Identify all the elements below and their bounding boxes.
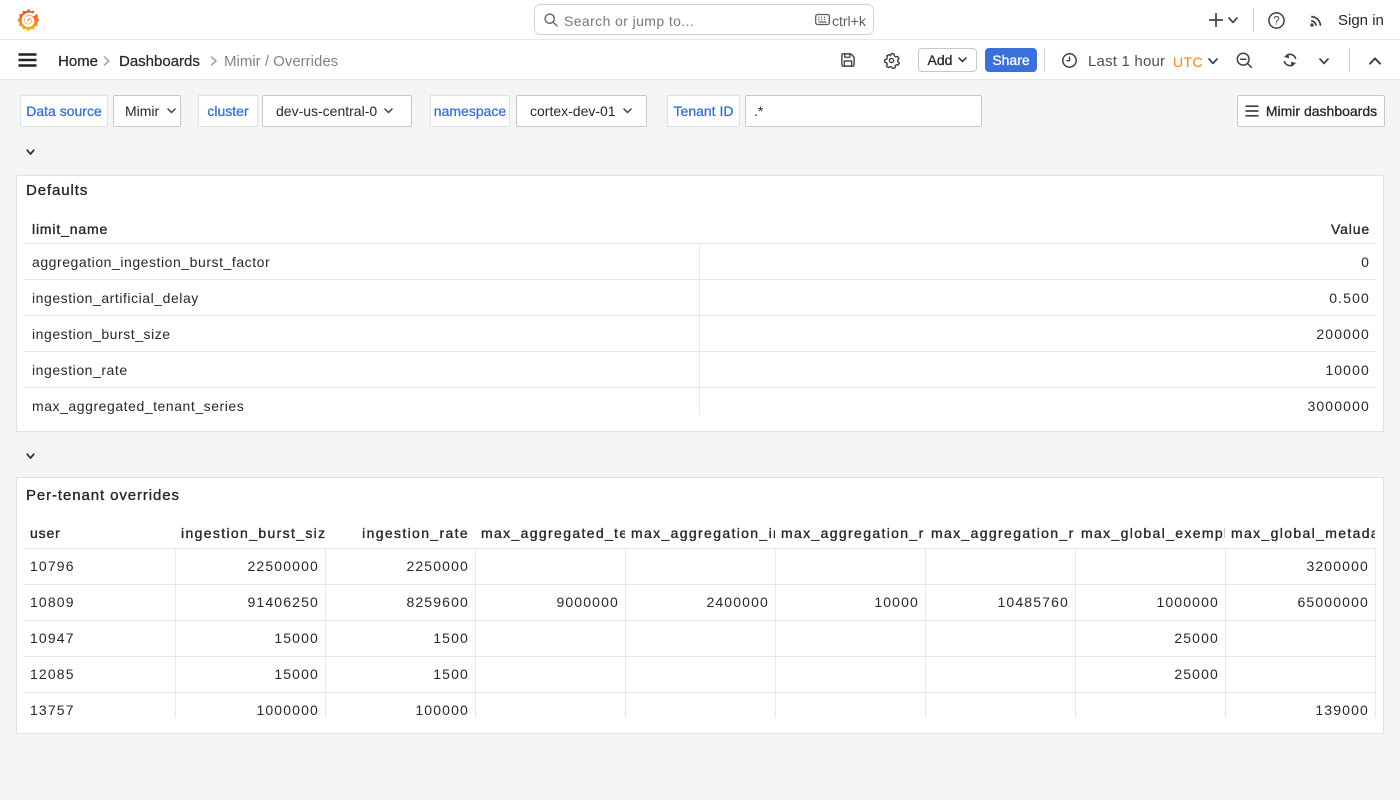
svg-text:?: ?: [1273, 15, 1279, 27]
